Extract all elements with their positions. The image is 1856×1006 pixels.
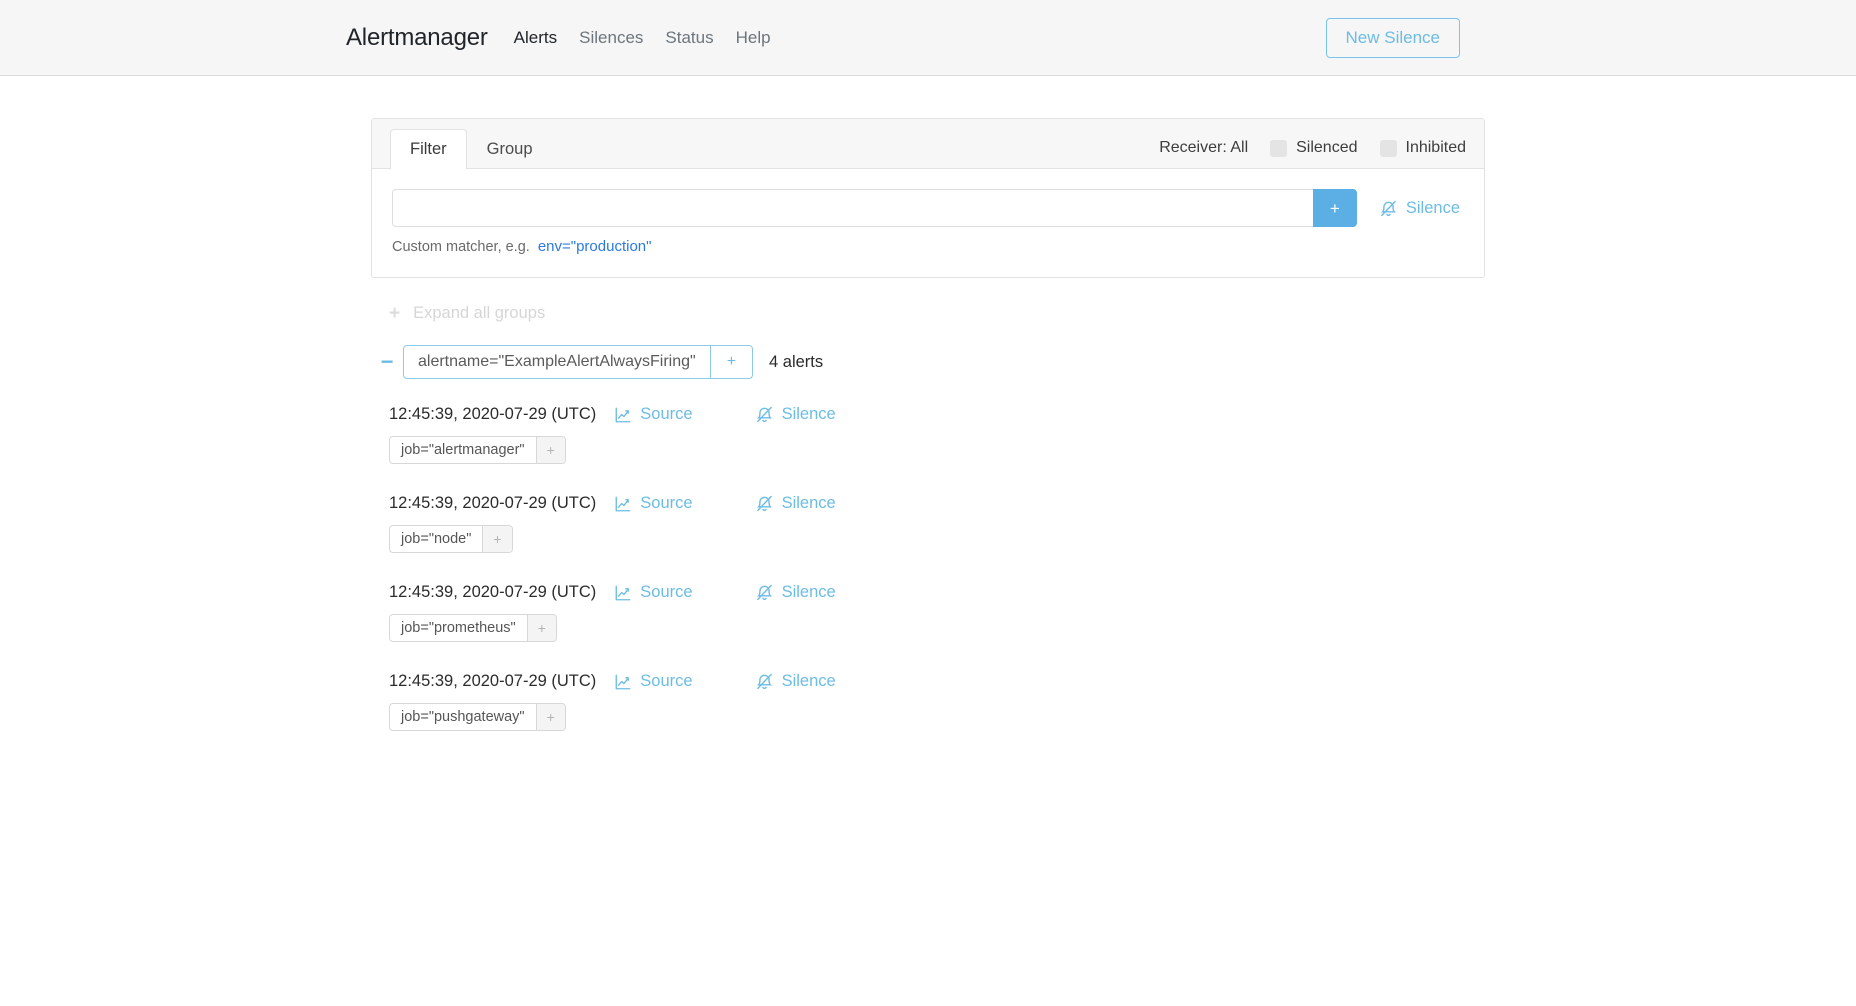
- brand-title: Alertmanager: [346, 23, 488, 51]
- alert-meta: 12:45:39, 2020-07-29 (UTC) Source Silenc…: [389, 583, 1485, 602]
- chart-line-icon: [614, 673, 632, 691]
- alert-silence-link[interactable]: Silence: [755, 494, 836, 513]
- matcher-hint-example[interactable]: env="production": [538, 238, 652, 255]
- alert-label-pill: job="pushgateway" +: [389, 703, 566, 731]
- alert-label-row: job="prometheus" +: [389, 614, 1485, 642]
- checkbox-silenced[interactable]: Silenced: [1270, 139, 1358, 157]
- checkbox-silenced-label: Silenced: [1296, 139, 1358, 156]
- alert-meta: 12:45:39, 2020-07-29 (UTC) Source Silenc…: [389, 672, 1485, 691]
- alert-silence-link[interactable]: Silence: [755, 672, 836, 691]
- filter-header-right: Receiver: All Silenced Inhibited: [1159, 139, 1466, 168]
- alert-silence-label: Silence: [781, 405, 836, 423]
- plus-icon: +: [389, 303, 401, 324]
- alert-label-text: job="node": [401, 531, 472, 547]
- nav-link-alerts[interactable]: Alerts: [514, 28, 557, 48]
- alert-label-add-button[interactable]: +: [535, 437, 565, 463]
- alert-source-link[interactable]: Source: [614, 672, 693, 691]
- alert-silence-link[interactable]: Silence: [755, 405, 836, 424]
- filter-card: Filter Group Receiver: All Silenced Inhi…: [371, 118, 1485, 278]
- alert-label-text: job="alertmanager": [401, 442, 525, 458]
- alert-count-label: 4 alerts: [769, 352, 824, 371]
- alert-source-label: Source: [640, 583, 693, 601]
- alert-silence-label: Silence: [781, 583, 836, 601]
- filter-silence-link[interactable]: Silence: [1379, 189, 1464, 227]
- alert-silence-label: Silence: [781, 672, 836, 690]
- alert-label-text: job="prometheus": [401, 620, 516, 636]
- alert-label-pill: job="alertmanager" +: [389, 436, 566, 464]
- tab-filter[interactable]: Filter: [390, 129, 467, 169]
- nav-link-silences[interactable]: Silences: [579, 28, 643, 48]
- alert-label-text: job="pushgateway": [401, 709, 525, 725]
- alert-list: 12:45:39, 2020-07-29 (UTC) Source Silenc…: [389, 405, 1485, 731]
- bell-slash-icon: [755, 405, 774, 424]
- alert-meta: 12:45:39, 2020-07-29 (UTC) Source Silenc…: [389, 494, 1485, 513]
- chart-line-icon: [614, 406, 632, 424]
- checkbox-inhibited-label: Inhibited: [1405, 139, 1467, 156]
- alert-source-link[interactable]: Source: [614, 583, 693, 602]
- alert-item: 12:45:39, 2020-07-29 (UTC) Source Silenc…: [389, 405, 1485, 464]
- alert-item: 12:45:39, 2020-07-29 (UTC) Source Silenc…: [389, 672, 1485, 731]
- bell-slash-icon: [755, 672, 774, 691]
- bell-slash-icon: [1379, 199, 1398, 218]
- alert-silence-link[interactable]: Silence: [755, 583, 836, 602]
- matcher-row: + Silence: [392, 189, 1464, 227]
- checkbox-silenced-box[interactable]: [1270, 139, 1288, 157]
- checkbox-inhibited-box[interactable]: [1379, 139, 1397, 157]
- checkbox-inhibited[interactable]: Inhibited: [1379, 139, 1467, 157]
- chart-line-icon: [614, 495, 632, 513]
- add-matcher-button[interactable]: +: [1312, 189, 1357, 227]
- alert-item: 12:45:39, 2020-07-29 (UTC) Source Silenc…: [389, 494, 1485, 553]
- group-matcher-text: alertname="ExampleAlertAlwaysFiring": [418, 353, 696, 370]
- expand-all-groups-button[interactable]: + Expand all groups: [389, 304, 1485, 323]
- alert-meta: 12:45:39, 2020-07-29 (UTC) Source Silenc…: [389, 405, 1485, 424]
- alert-source-link[interactable]: Source: [614, 494, 693, 513]
- filter-card-body: + Silence Custom matcher, e.g. env="prod…: [372, 169, 1484, 277]
- alert-timestamp: 12:45:39, 2020-07-29 (UTC): [389, 672, 597, 690]
- tab-group[interactable]: Group: [467, 129, 553, 169]
- alert-item: 12:45:39, 2020-07-29 (UTC) Source Silenc…: [389, 583, 1485, 642]
- filter-silence-label: Silence: [1405, 198, 1460, 217]
- nav-link-help[interactable]: Help: [736, 28, 771, 48]
- alert-label-add-button[interactable]: +: [526, 615, 556, 641]
- group-matcher-add-button[interactable]: +: [709, 346, 752, 378]
- alert-label-add-button[interactable]: +: [535, 704, 565, 730]
- matcher-hint-prefix: Custom matcher, e.g.: [392, 238, 530, 255]
- alert-silence-label: Silence: [781, 494, 836, 512]
- page-container: Filter Group Receiver: All Silenced Inhi…: [371, 76, 1485, 731]
- alert-group-header: − alertname="ExampleAlertAlwaysFiring" +…: [371, 345, 1485, 379]
- group-matcher-pill: alertname="ExampleAlertAlwaysFiring" +: [403, 345, 754, 379]
- minus-icon[interactable]: −: [371, 351, 403, 373]
- alert-source-label: Source: [640, 672, 693, 690]
- filter-card-header: Filter Group Receiver: All Silenced Inhi…: [372, 119, 1484, 169]
- bell-slash-icon: [755, 583, 774, 602]
- nav-link-status[interactable]: Status: [665, 28, 713, 48]
- alert-source-label: Source: [640, 405, 693, 423]
- alert-source-label: Source: [640, 494, 693, 512]
- top-navbar: Alertmanager Alerts Silences Status Help…: [0, 0, 1856, 76]
- matcher-hint: Custom matcher, e.g. env="production": [392, 238, 1464, 255]
- alert-label-row: job="node" +: [389, 525, 1485, 553]
- receiver-selector[interactable]: Receiver: All: [1159, 139, 1248, 157]
- chart-line-icon: [614, 584, 632, 602]
- filter-tabs: Filter Group: [390, 119, 553, 169]
- matcher-input[interactable]: [392, 189, 1313, 227]
- alert-label-row: job="pushgateway" +: [389, 703, 1485, 731]
- alert-timestamp: 12:45:39, 2020-07-29 (UTC): [389, 494, 597, 512]
- navbar-inner: Alertmanager Alerts Silences Status Help…: [346, 0, 1460, 75]
- new-silence-button[interactable]: New Silence: [1325, 17, 1460, 58]
- nav-links: Alerts Silences Status Help: [514, 28, 771, 48]
- alert-label-pill: job="node" +: [389, 525, 513, 553]
- alert-source-link[interactable]: Source: [614, 405, 693, 424]
- alert-label-add-button[interactable]: +: [482, 526, 512, 552]
- bell-slash-icon: [755, 494, 774, 513]
- alert-timestamp: 12:45:39, 2020-07-29 (UTC): [389, 405, 597, 423]
- alert-label-pill: job="prometheus" +: [389, 614, 557, 642]
- navbar-right: New Silence: [1325, 17, 1460, 58]
- alert-label-row: job="alertmanager" +: [389, 436, 1485, 464]
- expand-all-groups-label: Expand all groups: [413, 304, 546, 322]
- alert-timestamp: 12:45:39, 2020-07-29 (UTC): [389, 583, 597, 601]
